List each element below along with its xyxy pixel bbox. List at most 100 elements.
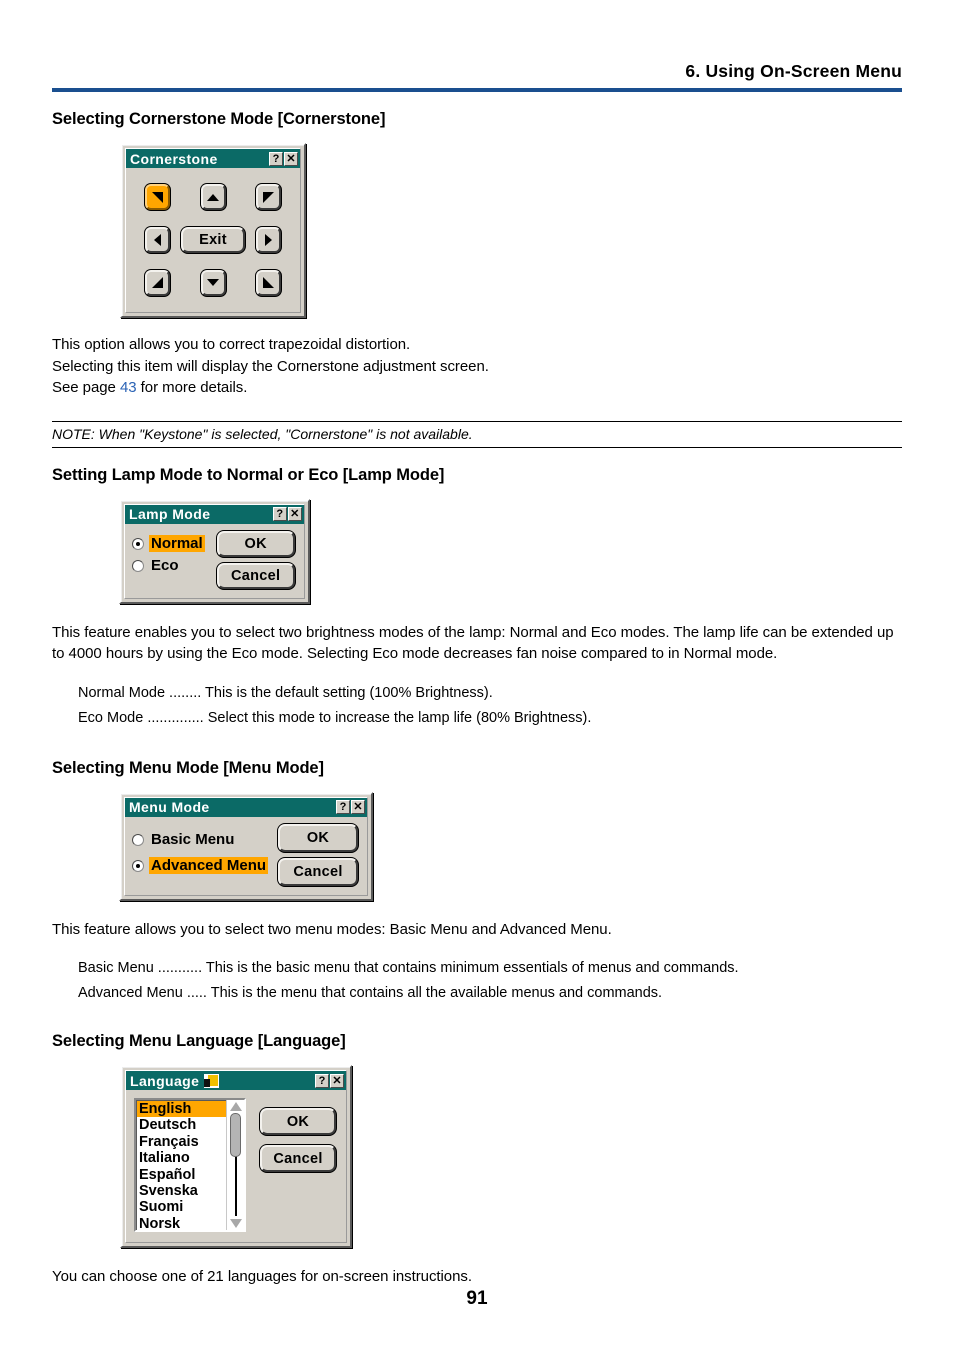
menu-mode-definitions: Basic Menu ........... This is the basic… (52, 956, 902, 1006)
lamp-mode-dialog-body: Normal Eco OK Cancel (125, 523, 304, 598)
cancel-button[interactable]: Cancel (216, 562, 295, 589)
corner-button-up-right[interactable] (145, 269, 170, 296)
cornerstone-description: This option allows you to correct trapez… (52, 334, 902, 399)
ok-button[interactable]: OK (216, 530, 295, 557)
corner-button-right[interactable] (256, 226, 281, 253)
cornerstone-note: NOTE: When "Keystone" is selected, "Corn… (52, 420, 902, 448)
menu-mode-actions: OK Cancel (278, 823, 359, 886)
language-globe-icon (204, 1073, 220, 1088)
definition-row: Basic Menu ........... This is the basic… (78, 960, 739, 976)
lamp-mode-figure: Lamp Mode ? ✕ Normal Eco OK Cancel (52, 498, 902, 604)
cornerstone-line-1: This option allows you to correct trapez… (52, 336, 411, 353)
close-icon[interactable]: ✕ (287, 507, 302, 521)
menu-mode-label-basic: Basic Menu (151, 831, 235, 848)
see-page-suffix: for more details. (136, 379, 248, 396)
lamp-mode-description: This feature enables you to select two b… (52, 623, 894, 663)
note-text: NOTE: When "Keystone" is selected, "Corn… (52, 425, 473, 442)
lamp-mode-label-eco: Eco (151, 557, 179, 574)
language-description: You can choose one of 21 languages for o… (52, 1268, 472, 1285)
exit-button[interactable]: Exit (181, 226, 245, 253)
corner-button-down-right[interactable] (145, 184, 170, 211)
arrow-down-left-icon (263, 191, 274, 203)
heading-lamp-mode: Setting Lamp Mode to Normal or Eco [Lamp… (52, 465, 445, 484)
menu-mode-figure: Menu Mode ? ✕ Basic Menu Advanced Menu O… (52, 791, 902, 901)
language-dialog: Language ? ✕ English Deutsch Français It… (120, 1065, 352, 1248)
header-divider (52, 88, 902, 92)
language-actions: OK Cancel (260, 1098, 336, 1232)
definition-row: Normal Mode ........ This is the default… (78, 684, 493, 701)
cornerstone-line-3: See page 43 for more details. (52, 377, 902, 399)
language-dialog-body: English Deutsch Français Italiano Españo… (126, 1090, 346, 1242)
menu-mode-description: This feature allows you to select two me… (52, 920, 612, 938)
list-item[interactable]: English (137, 1101, 226, 1118)
list-item[interactable]: Español (137, 1167, 226, 1183)
lamp-mode-dialog-inner: Lamp Mode ? ✕ Normal Eco OK Cancel (124, 503, 305, 599)
list-item[interactable]: Français (137, 1134, 226, 1150)
ok-button[interactable]: OK (260, 1108, 336, 1135)
lamp-mode-option-normal[interactable]: Normal (132, 533, 205, 555)
cornerstone-figure: Cornerstone ? ✕ Exit (52, 143, 902, 318)
lamp-mode-radio-group: Normal Eco (132, 531, 205, 589)
close-icon[interactable]: ✕ (330, 1073, 344, 1088)
scroll-down-arrow-icon[interactable] (230, 1219, 242, 1228)
lamp-mode-dialog: Lamp Mode ? ✕ Normal Eco OK Cancel (119, 498, 310, 604)
menu-mode-option-advanced[interactable]: Advanced Menu (132, 853, 269, 879)
list-item[interactable]: Deutsch (137, 1117, 226, 1133)
cornerstone-button-grid: Exit (134, 176, 292, 304)
list-item[interactable]: Norsk (137, 1216, 226, 1230)
menu-mode-dialog-inner: Menu Mode ? ✕ Basic Menu Advanced Menu O… (124, 796, 369, 896)
arrow-left-icon (154, 233, 161, 246)
scroll-up-arrow-icon[interactable] (230, 1102, 242, 1111)
menu-mode-option-basic[interactable]: Basic Menu (132, 827, 268, 853)
ok-button[interactable]: OK (278, 823, 359, 852)
arrow-up-icon (207, 193, 219, 201)
cornerstone-title-text: Cornerstone (130, 150, 218, 167)
language-title-text: Language (130, 1072, 200, 1089)
arrow-up-left-icon (263, 277, 274, 289)
arrow-up-right-icon (152, 277, 163, 289)
list-item[interactable]: Svenska (137, 1183, 226, 1199)
radio-off-icon (132, 559, 144, 572)
close-icon[interactable]: ✕ (284, 151, 298, 166)
help-icon[interactable]: ? (272, 507, 287, 521)
cornerstone-line-2: Selecting this item will display the Cor… (52, 357, 489, 375)
chapter-title: 6. Using On-Screen Menu (685, 61, 902, 81)
lamp-mode-definitions: Normal Mode ........ This is the default… (52, 681, 902, 731)
corner-button-left[interactable] (145, 226, 170, 253)
cornerstone-titlebar: Cornerstone ? ✕ (126, 149, 300, 168)
language-dialog-inner: Language ? ✕ English Deutsch Français It… (125, 1070, 347, 1243)
heading-language: Selecting Menu Language [Language] (52, 1032, 346, 1050)
corner-button-up-left[interactable] (256, 269, 281, 296)
close-icon[interactable]: ✕ (351, 800, 366, 814)
radio-on-icon (132, 537, 144, 550)
lamp-mode-title-text: Lamp Mode (129, 506, 211, 522)
language-list: English Deutsch Français Italiano Españo… (136, 1100, 226, 1230)
menu-mode-dialog: Menu Mode ? ✕ Basic Menu Advanced Menu O… (119, 791, 374, 901)
help-icon[interactable]: ? (315, 1073, 329, 1088)
corner-button-down-left[interactable] (256, 184, 281, 211)
list-item[interactable]: Italiano (137, 1150, 226, 1166)
corner-button-up[interactable] (200, 184, 226, 211)
language-scrollbar[interactable] (226, 1100, 244, 1230)
page-reference-link[interactable]: 43 (120, 379, 137, 396)
page-number: 91 (466, 1288, 488, 1309)
lamp-mode-option-eco[interactable]: Eco (132, 555, 205, 577)
radio-on-icon (132, 859, 144, 872)
cancel-button[interactable]: Cancel (278, 857, 359, 886)
menu-mode-title-text: Menu Mode (129, 799, 210, 815)
list-item[interactable]: Suomi (137, 1199, 226, 1215)
scrollbar-thumb[interactable] (230, 1113, 241, 1157)
help-icon[interactable]: ? (336, 800, 351, 814)
see-page-prefix: See page (52, 379, 120, 396)
definition-row: Advanced Menu ..... This is the menu tha… (78, 985, 663, 1001)
radio-off-icon (132, 833, 144, 846)
lamp-mode-titlebar: Lamp Mode ? ✕ (125, 504, 304, 524)
heading-cornerstone: Selecting Cornerstone Mode [Cornerstone] (52, 110, 386, 128)
cancel-button[interactable]: Cancel (260, 1145, 336, 1172)
menu-mode-titlebar: Menu Mode ? ✕ (125, 797, 368, 817)
document-page: 6. Using On-Screen Menu Selecting Corner… (0, 0, 954, 1348)
help-icon[interactable]: ? (269, 151, 283, 166)
lamp-mode-label-normal: Normal (149, 535, 205, 552)
language-listbox[interactable]: English Deutsch Français Italiano Españo… (134, 1098, 246, 1232)
corner-button-down[interactable] (200, 269, 226, 296)
